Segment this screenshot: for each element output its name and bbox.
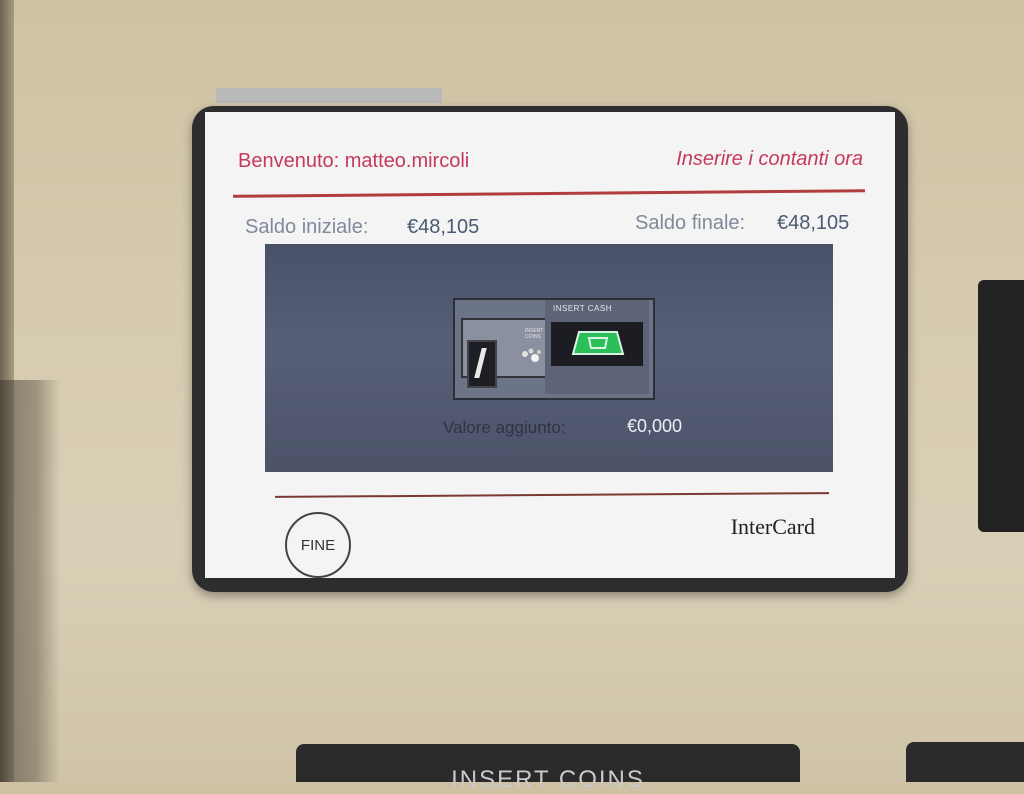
intercard-logo: InterCard [730,514,815,539]
insert-cash-label: INSERT CASH [553,304,612,313]
insert-coins-plate: INSERT COINS [296,744,800,793]
coin-slot-icon [467,340,497,388]
initial-balance-value: €48,105 [407,216,480,238]
cash-display-panel: INSERT COINS INSERT CASH Valore aggiunto… [265,244,833,472]
kiosk-screen: Benvenuto: matteo.mircoli Inserire i con… [205,112,895,578]
coins-icon [522,348,541,362]
coin-area: INSERT COINS [461,318,551,388]
welcome-text: Benvenuto: matteo.mircoli [238,150,470,172]
insert-coins-plate-text: INSERT COINS [451,766,645,793]
initial-balance-label: Saldo iniziale: [245,216,369,238]
added-value-label: Valore aggiunto: [443,418,566,437]
insert-money-widget: INSERT COINS INSERT CASH [453,298,655,400]
final-balance-label: Saldo finale: [635,212,746,234]
final-balance-value: €48,105 [777,212,850,234]
cash-area: INSERT CASH [545,300,649,394]
redaction-bar [216,88,442,103]
header-divider [232,189,866,198]
added-value-amount: €0,000 [627,416,683,436]
footer-divider [274,492,830,498]
fine-button[interactable]: FINE [285,512,351,578]
side-panel [978,280,1024,532]
insert-cash-prompt: Inserire i contanti ora [676,148,863,170]
right-plate [906,742,1024,782]
banknote-icon [571,331,625,355]
cabinet-shadow [0,380,60,782]
cash-slot-icon [551,322,643,366]
